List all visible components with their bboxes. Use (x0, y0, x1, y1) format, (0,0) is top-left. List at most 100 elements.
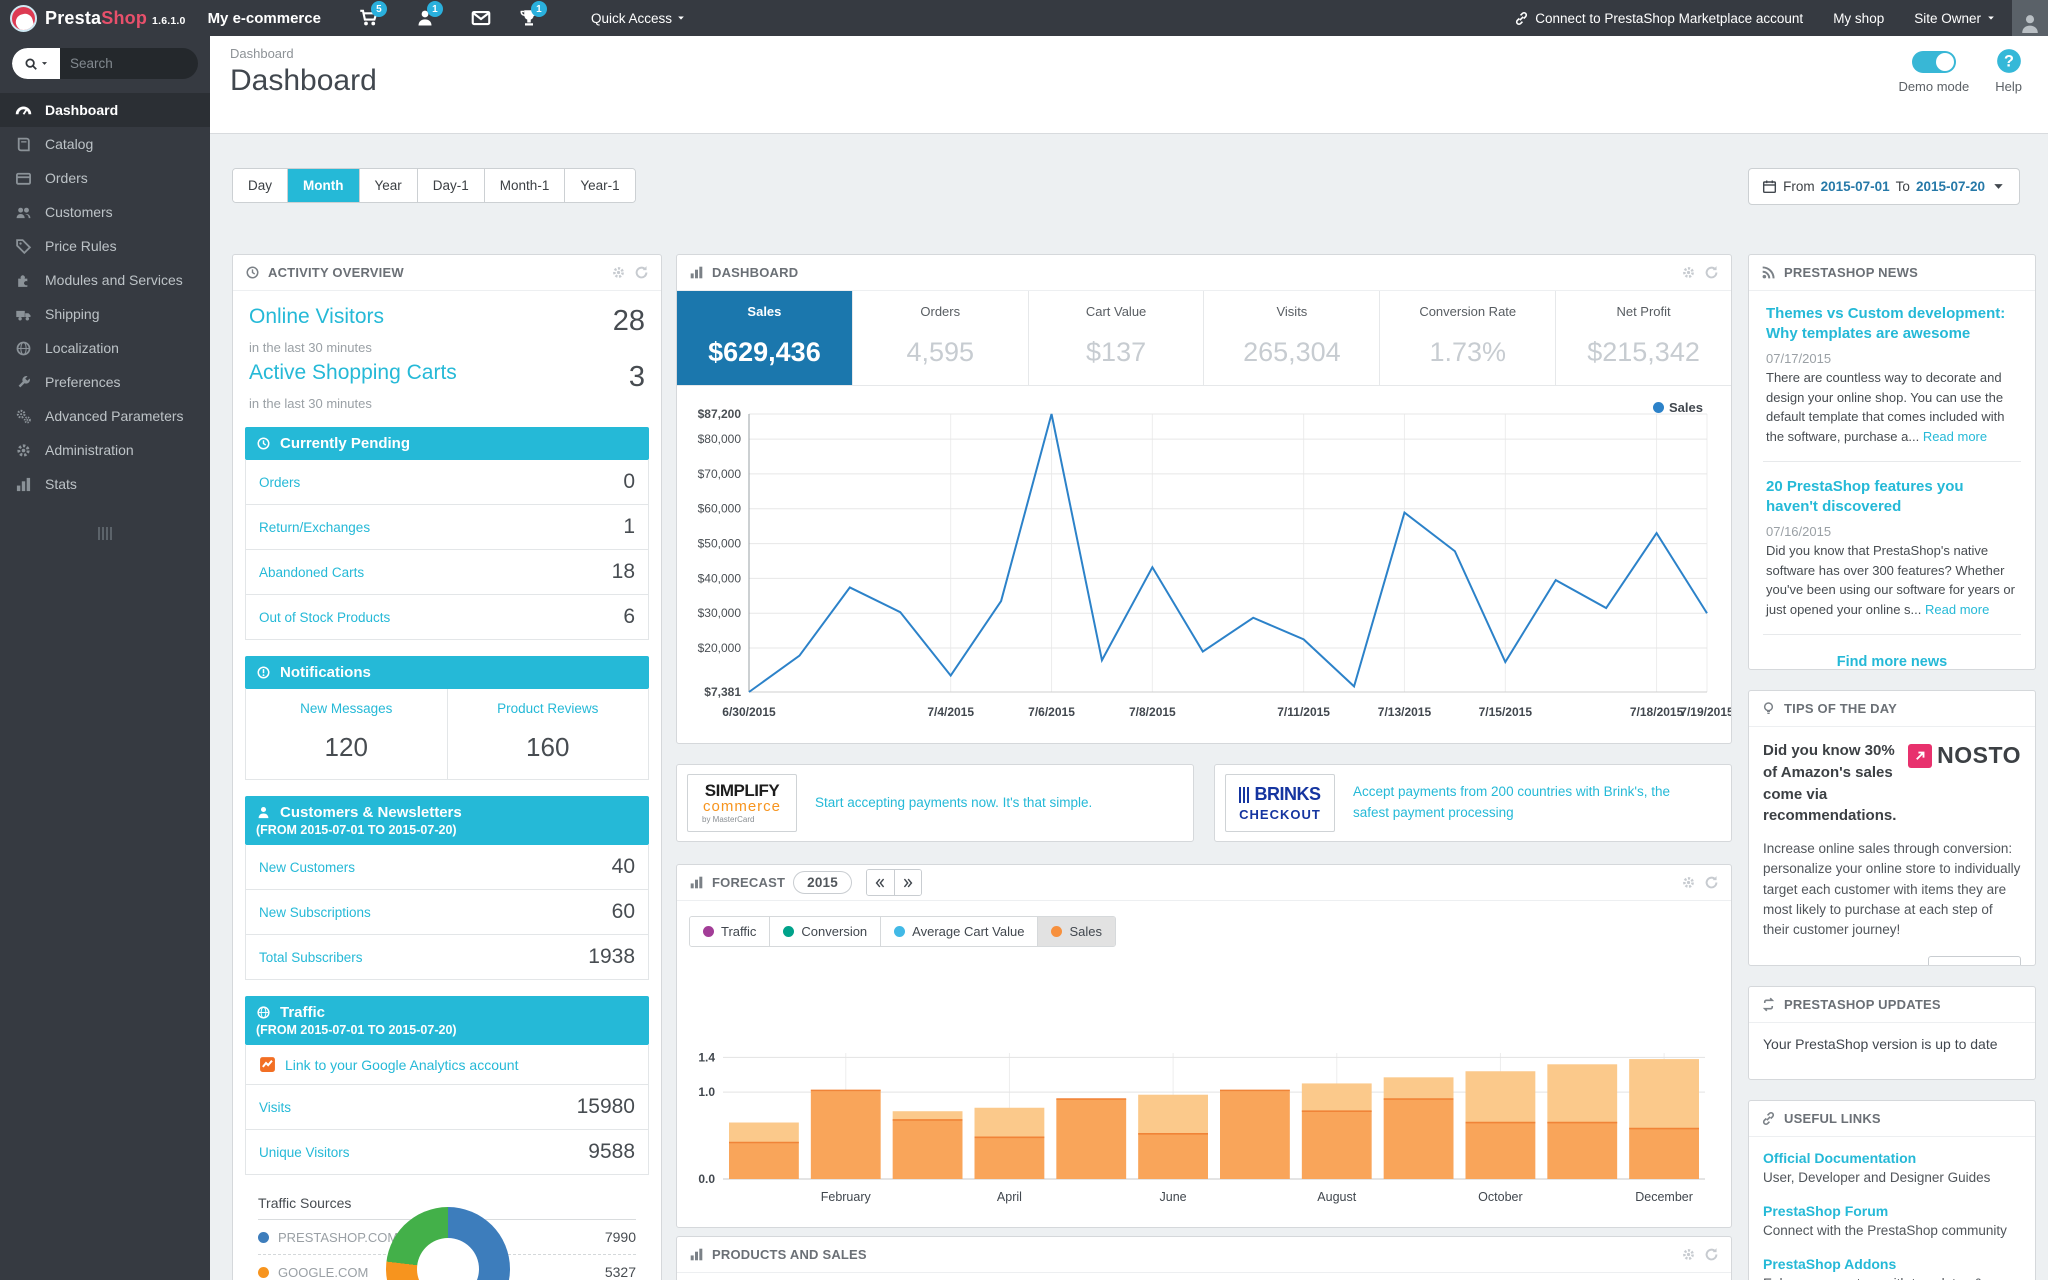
svg-text:6/30/2015: 6/30/2015 (722, 705, 776, 719)
marketplace-link[interactable]: Connect to PrestaShop Marketplace accoun… (1514, 11, 1803, 26)
sidebar-item-orders[interactable]: Orders (0, 161, 210, 195)
returns-link[interactable]: Return/Exchanges (259, 520, 370, 535)
refresh-icon[interactable] (1704, 265, 1719, 280)
help-icon[interactable]: ? (1996, 48, 2022, 74)
new-customers-link[interactable]: New Customers (259, 860, 355, 875)
gear-icon[interactable] (1681, 265, 1696, 280)
sidebar-item-price-rules[interactable]: Price Rules (0, 229, 210, 263)
online-visitors-link[interactable]: Online Visitors (249, 305, 384, 329)
simplify-banner[interactable]: SIMPLIFY commerce by MasterCard Start ac… (676, 764, 1194, 842)
sidebar-item-advanced-parameters[interactable]: Advanced Parameters (0, 399, 210, 433)
unique-visitors-link[interactable]: Unique Visitors (259, 1145, 350, 1160)
avatar[interactable] (2012, 0, 2048, 36)
new-messages-link[interactable]: New Messages (246, 701, 447, 716)
article-title-link[interactable]: Themes vs Custom development: Why templa… (1766, 304, 2018, 343)
toggle-traffic[interactable]: Traffic (690, 917, 770, 946)
sidebar-item-customers[interactable]: Customers (0, 195, 210, 229)
sidebar-item-modules-and-services[interactable]: Modules and Services (0, 263, 210, 297)
sidebar-item-catalog[interactable]: Catalog (0, 127, 210, 161)
find-more-news-link[interactable]: Find more news (1763, 650, 2021, 669)
range-button-day[interactable]: Day (233, 169, 288, 202)
search-input[interactable] (60, 56, 190, 71)
tag-icon (15, 238, 32, 255)
double-chevron-left-icon (874, 877, 886, 889)
sidebar-item-localization[interactable]: Localization (0, 331, 210, 365)
new-subscriptions-value: 60 (611, 900, 635, 923)
read-more-link[interactable]: Read more (1925, 602, 1989, 617)
user-menu[interactable]: Site Owner (1914, 11, 1996, 26)
refresh-icon[interactable] (1704, 1247, 1719, 1262)
kpi-cart-value[interactable]: Cart Value $137 (1027, 291, 1204, 385)
notifications-header: Notifications (245, 656, 649, 689)
visits-link[interactable]: Visits (259, 1100, 291, 1115)
mail-icon[interactable] (471, 8, 491, 28)
next-year-button[interactable] (893, 870, 921, 895)
new-subscriptions-link[interactable]: New Subscriptions (259, 905, 371, 920)
sidebar-item-shipping[interactable]: Shipping (0, 297, 210, 331)
refresh-icon[interactable] (1704, 875, 1719, 890)
range-button-month-1[interactable]: Month-1 (483, 169, 565, 202)
range-button-year[interactable]: Year (358, 169, 417, 202)
to-label: To (1895, 179, 1910, 194)
source-value: 5327 (604, 1264, 636, 1280)
my-shop-link[interactable]: My shop (1833, 11, 1884, 26)
search-type-button[interactable] (12, 48, 60, 79)
range-button-day-1[interactable]: Day-1 (416, 169, 484, 202)
range-button-year-1[interactable]: Year-1 (564, 169, 635, 202)
sidebar-item-administration[interactable]: Administration (0, 433, 210, 467)
refresh-icon[interactable] (634, 265, 649, 280)
gear-icon[interactable] (1681, 875, 1696, 890)
forecast-year[interactable]: 2015 (793, 871, 852, 894)
product-reviews-link[interactable]: Product Reviews (448, 701, 649, 716)
abandoned-carts-value: 18 (611, 560, 635, 583)
read-more-link[interactable]: Read more (1923, 429, 1987, 444)
toggle-dot-icon (894, 926, 906, 937)
breadcrumb[interactable]: Dashboard (230, 46, 294, 61)
kpi-visits[interactable]: Visits 265,304 (1203, 291, 1380, 385)
forecast-panel: FORECAST 2015 Traffic Conversion Average … (676, 864, 1732, 1228)
list-item: Orders 0 (246, 460, 648, 504)
toggle-average-cart-value[interactable]: Average Cart Value (880, 917, 1038, 946)
chart-legend[interactable]: Sales (1653, 400, 1703, 415)
total-subscribers-link[interactable]: Total Subscribers (259, 950, 363, 965)
toggle-conversion[interactable]: Conversion (769, 917, 881, 946)
gear-icon[interactable] (1681, 1247, 1696, 1262)
banner-text: Accept payments from 200 countries with … (1353, 784, 1670, 820)
gear-icon[interactable] (611, 265, 626, 280)
kpi-sales[interactable]: Sales $629,436 (677, 291, 852, 385)
useful-link[interactable]: PrestaShop Forum Connect with the PrestaS… (1763, 1203, 2021, 1241)
google-analytics-link[interactable]: Link to your Google Analytics account (245, 1045, 649, 1085)
users-icon (15, 204, 32, 221)
svg-text:$20,000: $20,000 (698, 641, 742, 655)
toggle-dot-icon (703, 926, 714, 937)
brinks-banner[interactable]: BRINKS CHECKOUT Accept payments from 200… (1214, 764, 1732, 842)
kpi-net-profit[interactable]: Net Profit $215,342 (1555, 291, 1731, 385)
sidebar-item-dashboard[interactable]: Dashboard (0, 93, 210, 127)
range-button-month[interactable]: Month (287, 169, 359, 202)
rss-icon (1761, 265, 1776, 280)
kpi-conversion-rate[interactable]: Conversion Rate 1.73% (1379, 291, 1556, 385)
previous-year-button[interactable] (866, 870, 894, 895)
sidebar-collapse-handle[interactable] (97, 527, 113, 540)
useful-link[interactable]: PrestaShop AddonsEnhance your store with… (1763, 1256, 2021, 1280)
traffic-header: Traffic (FROM 2015-07-01 TO 2015-07-20) (245, 996, 649, 1045)
toggle-sales[interactable]: Sales (1037, 917, 1115, 946)
active-carts-link[interactable]: Active Shopping Carts (249, 361, 457, 385)
article-title-link[interactable]: 20 PrestaShop features you haven't disco… (1766, 477, 2018, 516)
prestashop-logo-icon[interactable] (10, 4, 37, 32)
orders-link[interactable]: Orders (259, 475, 300, 490)
useful-link[interactable]: Official Documentation User, Developer an… (1763, 1150, 2021, 1188)
kpi-orders[interactable]: Orders 4,595 (851, 291, 1028, 385)
start-now-button[interactable]: Start now! (1927, 956, 2021, 965)
date-range-picker[interactable]: From 2015-07-01 To 2015-07-20 (1748, 168, 2020, 205)
currently-pending-header: Currently Pending (245, 427, 649, 460)
out-of-stock-link[interactable]: Out of Stock Products (259, 610, 390, 625)
brand: PrestaShop 1.6.1.0 (45, 8, 186, 29)
quick-access-menu[interactable]: Quick Access (591, 11, 686, 26)
sidebar-item-stats[interactable]: Stats (0, 467, 210, 501)
shop-name[interactable]: My e-commerce (208, 10, 321, 27)
svg-text:7/13/2015: 7/13/2015 (1378, 705, 1432, 719)
abandoned-carts-link[interactable]: Abandoned Carts (259, 565, 364, 580)
sidebar-item-preferences[interactable]: Preferences (0, 365, 210, 399)
demo-mode-toggle[interactable] (1911, 51, 1956, 73)
